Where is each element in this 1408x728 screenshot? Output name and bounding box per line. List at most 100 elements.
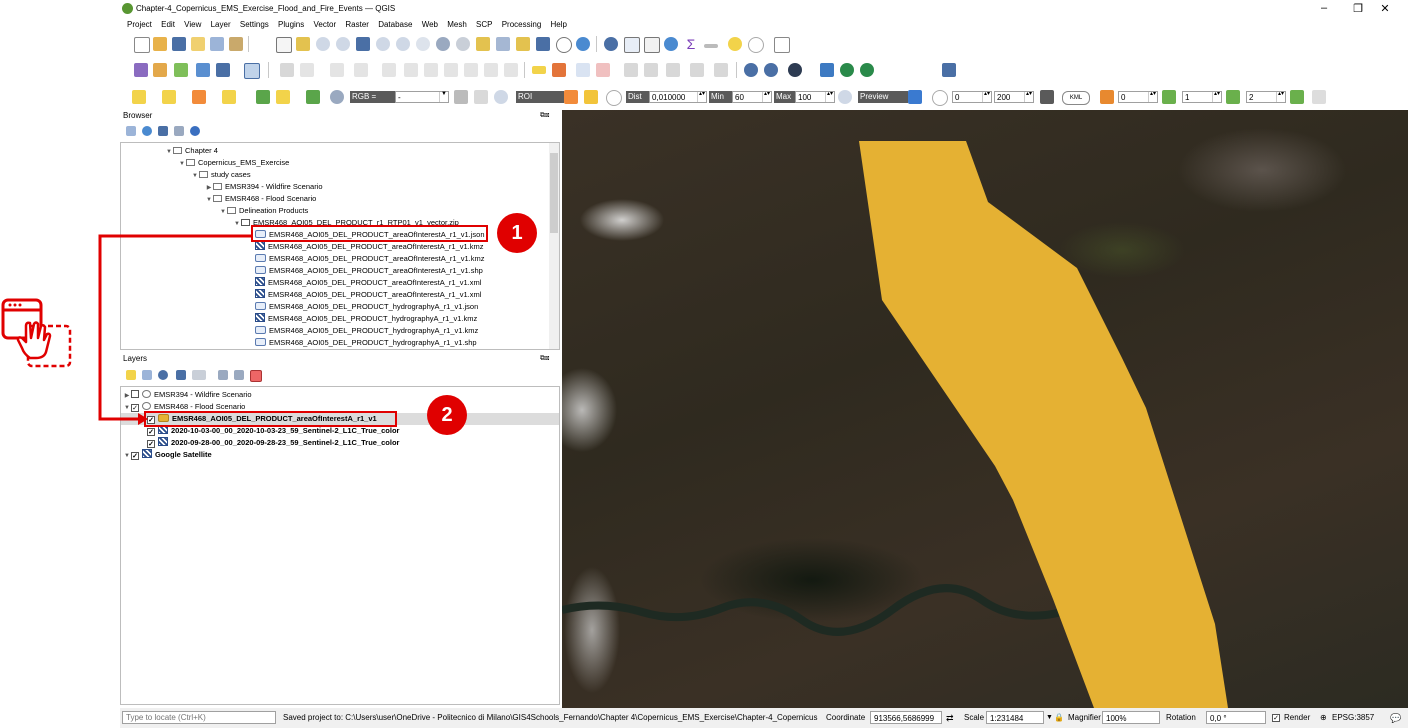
select-features-icon[interactable] xyxy=(132,90,146,104)
zoom-preview-icon[interactable] xyxy=(838,90,852,104)
new-project-icon[interactable] xyxy=(134,37,150,53)
collapse-all-icon[interactable] xyxy=(174,126,184,136)
tree-item-file[interactable]: EMSR468_AOI05_DEL_PRODUCT_areaOfInterest… xyxy=(255,265,483,277)
tree-item-file[interactable]: EMSR468_AOI05_DEL_PRODUCT_areaOfInterest… xyxy=(255,253,485,265)
select-location-icon[interactable] xyxy=(222,90,236,104)
save-edits-icon[interactable] xyxy=(300,63,314,77)
new-3d-view-icon[interactable] xyxy=(496,37,510,51)
info-icon[interactable] xyxy=(190,126,200,136)
preview-classification-icon[interactable] xyxy=(908,90,922,104)
filter-icon[interactable] xyxy=(158,126,168,136)
paste-features-icon[interactable] xyxy=(464,63,478,77)
new-map-view-icon[interactable] xyxy=(476,37,490,51)
remove-temp-icon[interactable] xyxy=(1040,90,1054,104)
redo-icon[interactable] xyxy=(504,63,518,77)
menu-processing[interactable]: Processing xyxy=(502,18,542,32)
delete-selected-icon[interactable] xyxy=(404,63,418,77)
zoom-out-icon[interactable] xyxy=(336,37,350,51)
locator-search-icon[interactable] xyxy=(748,37,764,53)
select-by-value-icon[interactable] xyxy=(162,90,176,104)
vertex-tool-icon[interactable] xyxy=(354,63,368,77)
tree-item-file[interactable]: EMSR468_AOI05_DEL_PRODUCT_areaOfInterest… xyxy=(255,241,484,253)
style-manager-icon[interactable] xyxy=(229,37,243,51)
map-tips-icon[interactable] xyxy=(728,37,742,51)
new-print-layout-icon[interactable] xyxy=(191,37,205,51)
save-project-icon[interactable] xyxy=(172,37,186,51)
open-project-icon[interactable] xyxy=(153,37,167,51)
zoom-full-icon[interactable] xyxy=(356,37,370,51)
menu-edit[interactable]: Edit xyxy=(161,18,175,32)
scp-main-icon[interactable] xyxy=(256,90,270,104)
zoom-selection-icon[interactable] xyxy=(376,37,390,51)
attribute-table-icon[interactable] xyxy=(624,37,640,53)
band-b-input[interactable]: 1 ▴▾ xyxy=(1182,91,1222,103)
coordinate-field[interactable]: 913566,5686999 xyxy=(870,711,942,724)
rgb-prev-icon[interactable] xyxy=(454,90,468,104)
processing-toolbox-icon[interactable] xyxy=(664,37,678,51)
graphical-modeler-icon[interactable] xyxy=(788,63,802,77)
tree-item-study-cases[interactable]: ▼ study cases xyxy=(191,169,251,181)
auto-refresh-roi-icon[interactable] xyxy=(606,90,622,106)
scp-zoom-icon[interactable] xyxy=(276,90,290,104)
menu-raster[interactable]: Raster xyxy=(345,18,369,32)
refresh-icon[interactable] xyxy=(576,37,590,51)
menu-settings[interactable]: Settings xyxy=(240,18,269,32)
render-checkbox[interactable]: ✓ xyxy=(1272,714,1280,722)
menu-mesh[interactable]: Mesh xyxy=(447,18,467,32)
panel-close-icon[interactable]: ⧉⊠ xyxy=(540,355,549,363)
copy-features-icon[interactable] xyxy=(444,63,458,77)
layer-sentinel-20200928[interactable]: ✓ 2020-09-28-00_00_2020-09-28-23_59_Senti… xyxy=(147,437,399,449)
pan-map-icon[interactable] xyxy=(276,37,292,53)
results-viewer-icon[interactable] xyxy=(764,63,778,77)
text-annotation-icon[interactable] xyxy=(774,37,790,53)
redo-roi-icon[interactable] xyxy=(584,90,598,104)
add-delimited-text-icon[interactable] xyxy=(174,63,188,77)
tree-item-file[interactable]: EMSR468_AOI05_DEL_PRODUCT_hydrographyA_r… xyxy=(255,325,478,337)
magnifier-input[interactable]: 100% xyxy=(1102,711,1160,724)
close-button[interactable]: ✕ xyxy=(1378,2,1392,15)
lock-scale-icon[interactable]: 🔒 xyxy=(1054,712,1064,724)
zoom-last-icon[interactable] xyxy=(436,37,450,51)
rgb-combo[interactable]: - ▼ xyxy=(395,91,449,103)
grid-icon[interactable] xyxy=(1312,90,1326,104)
zoom-native-icon[interactable] xyxy=(416,37,430,51)
identify-icon[interactable] xyxy=(604,37,618,51)
undo-icon[interactable] xyxy=(484,63,498,77)
python-console-icon[interactable] xyxy=(820,63,834,77)
add-selected-layers-icon[interactable] xyxy=(126,126,136,136)
show-bookmarks-icon[interactable] xyxy=(536,37,550,51)
add-feature-icon[interactable] xyxy=(330,63,344,77)
label-tool-icon[interactable] xyxy=(532,66,546,74)
band-set-icon[interactable] xyxy=(1100,90,1114,104)
tree-item-file[interactable]: EMSR468_AOI05_DEL_PRODUCT_areaOfInterest… xyxy=(255,289,481,301)
extent-toggle-icon[interactable]: ⇄ xyxy=(946,712,954,724)
layer-checkbox[interactable]: ✓ xyxy=(147,428,155,436)
diagram-tool-icon[interactable] xyxy=(690,63,704,77)
layer-checkbox[interactable]: ✓ xyxy=(131,452,139,460)
callout-tool-icon[interactable] xyxy=(714,63,728,77)
tree-item-file[interactable]: EMSR468_AOI05_DEL_PRODUCT_hydrographyA_r… xyxy=(255,313,477,325)
crs-label[interactable]: EPSG:3857 xyxy=(1332,712,1374,724)
change-label-icon[interactable] xyxy=(666,63,680,77)
band-next-icon[interactable] xyxy=(1226,90,1240,104)
data-source-manager-icon[interactable] xyxy=(134,63,148,77)
rotation-input[interactable]: 0,0 ° xyxy=(1206,711,1266,724)
crs-globe-icon[interactable]: ⊕ xyxy=(1320,712,1327,724)
band-next-icon[interactable] xyxy=(1290,90,1304,104)
band-next-icon[interactable] xyxy=(1162,90,1176,104)
zoom-roi-icon[interactable] xyxy=(494,90,508,104)
menu-database[interactable]: Database xyxy=(378,18,412,32)
locator-search-input[interactable] xyxy=(122,711,276,724)
tree-item-file[interactable]: EMSR468_AOI05_DEL_PRODUCT_hydrographyA_r… xyxy=(255,337,477,349)
temporal-controller-icon[interactable] xyxy=(556,37,572,53)
measure-icon[interactable] xyxy=(704,44,718,48)
edit-pencil-icon[interactable] xyxy=(280,63,294,77)
menu-scp[interactable]: SCP xyxy=(476,18,492,32)
scale-combo[interactable]: 1:231484 xyxy=(986,711,1044,724)
messages-icon[interactable]: 💬 xyxy=(1390,712,1401,724)
tree-item-file[interactable]: EMSR468_AOI05_DEL_PRODUCT_areaOfInterest… xyxy=(255,277,481,289)
map-canvas[interactable] xyxy=(562,110,1408,708)
create-roi-icon[interactable] xyxy=(564,90,578,104)
menu-vector[interactable]: Vector xyxy=(313,18,336,32)
cut-features-icon[interactable] xyxy=(424,63,438,77)
